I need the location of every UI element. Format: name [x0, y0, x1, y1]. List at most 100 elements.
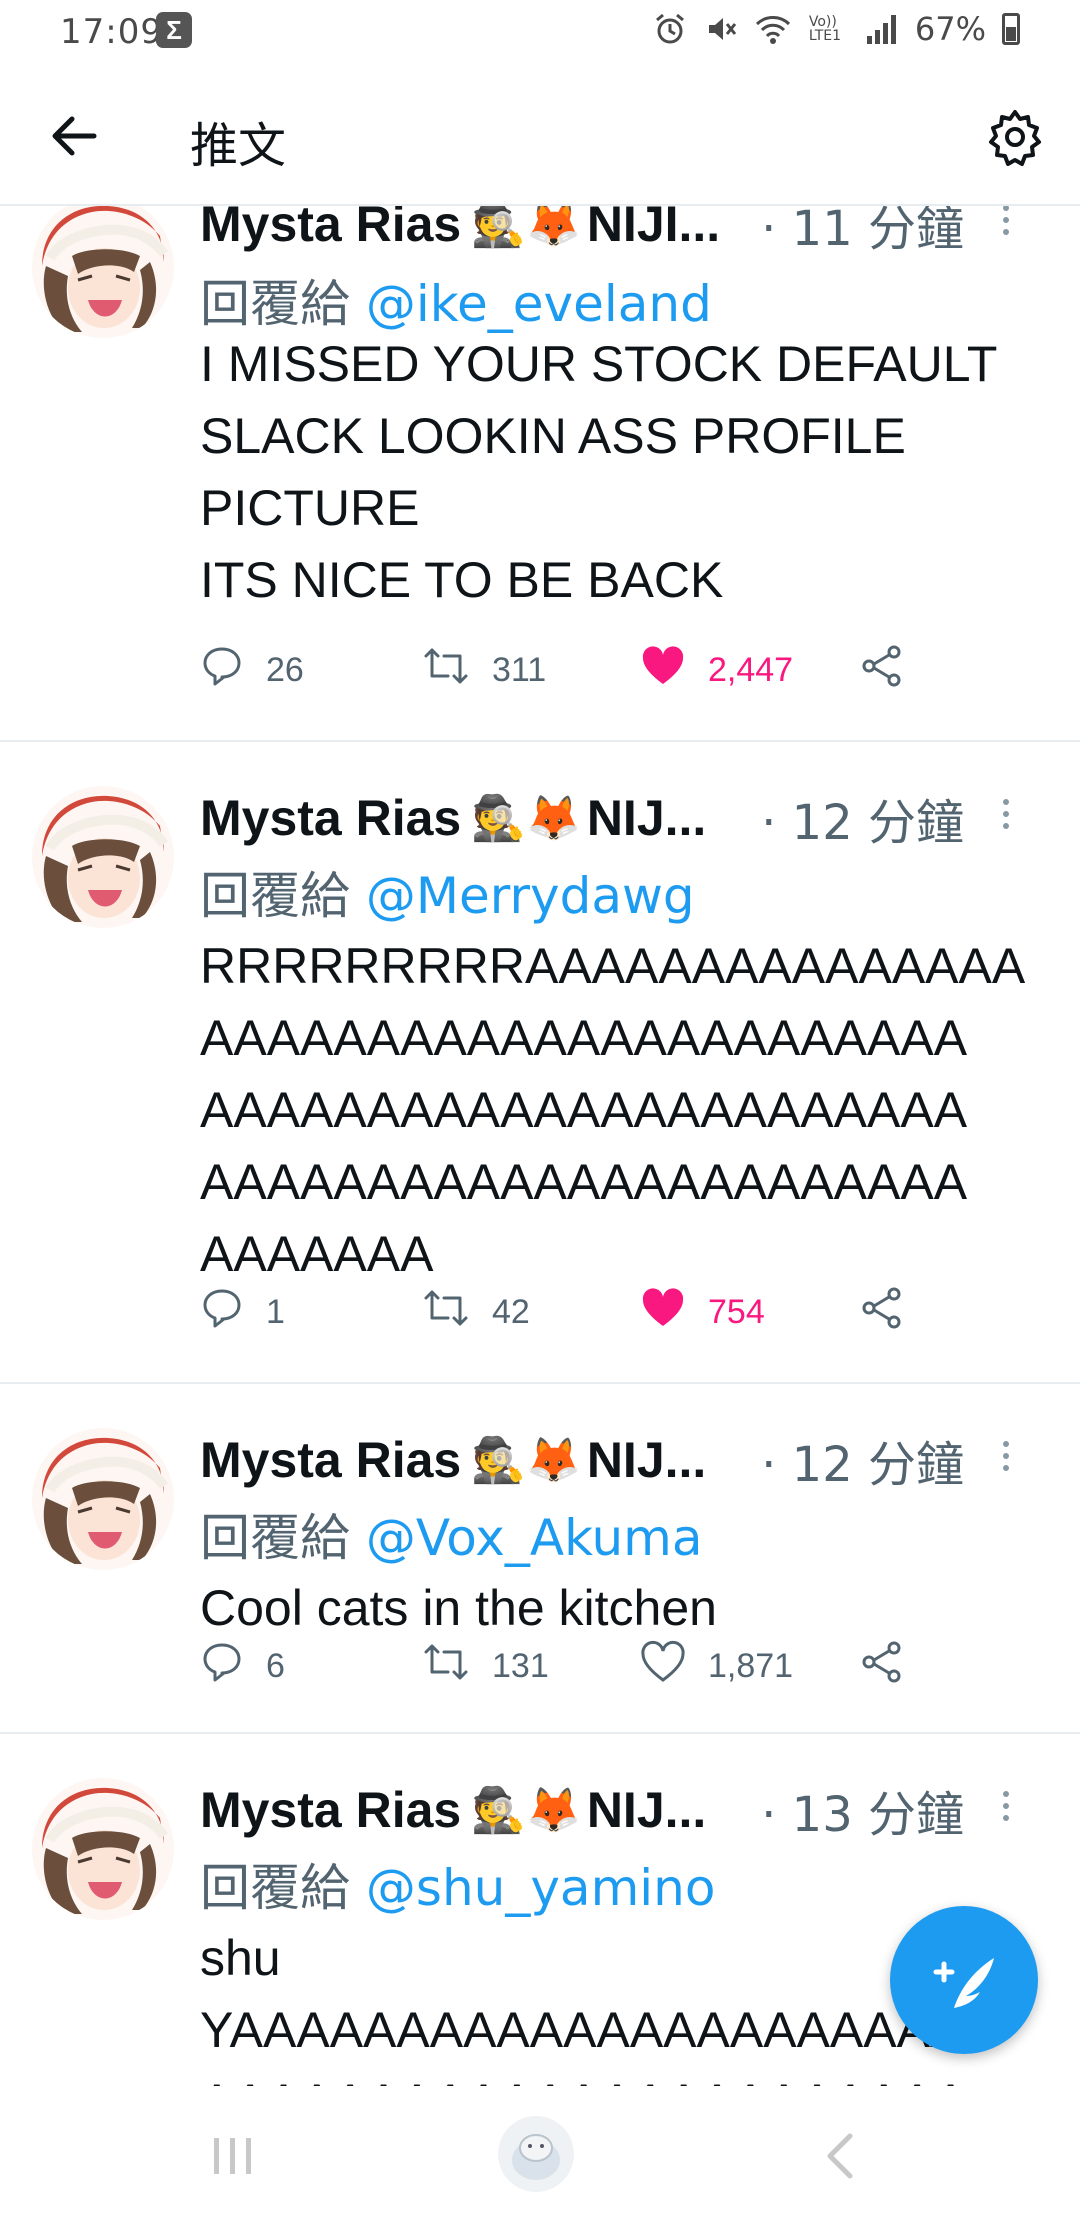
- author-emoji: 🕵️🦊: [471, 1786, 581, 1835]
- avatar[interactable]: [32, 786, 174, 928]
- home-icon[interactable]: [498, 2116, 574, 2192]
- reply-handle-link[interactable]: @Vox_Akuma: [366, 1509, 703, 1567]
- tweet-actions: 26 311 2,447: [200, 640, 960, 700]
- more-options-icon[interactable]: [996, 1788, 1016, 1828]
- retweet-icon: [422, 1286, 492, 1339]
- reply-prefix: 回覆給: [200, 1509, 350, 1567]
- like-count: 2,447: [708, 650, 794, 689]
- reply-count: 26: [266, 650, 304, 689]
- retweet-button[interactable]: 131: [422, 1636, 549, 1696]
- reply-handle-link[interactable]: @Merrydawg: [366, 867, 695, 925]
- reply-prefix: 回覆給: [200, 1859, 350, 1917]
- page-title: 推文: [190, 118, 287, 174]
- more-options-icon[interactable]: [996, 1438, 1016, 1478]
- more-options-icon[interactable]: [996, 796, 1016, 836]
- author-emoji: 🕵️🦊: [471, 794, 581, 843]
- app-header: 推文: [0, 64, 1080, 206]
- reply-button[interactable]: 26: [200, 640, 304, 700]
- arrow-left-icon[interactable]: [48, 110, 100, 162]
- tweet-time[interactable]: · 13 分鐘: [761, 1775, 964, 1845]
- author-name-truncated[interactable]: NIJI...: [587, 206, 720, 253]
- like-button[interactable]: 754: [640, 1282, 765, 1342]
- like-button[interactable]: 1,871: [640, 1636, 793, 1696]
- heart-icon: [640, 644, 708, 697]
- reply-button[interactable]: 6: [200, 1636, 285, 1696]
- tweet[interactable]: Mysta Rias 🕵️🦊 NIJ... · 12 分鐘 回覆給 @Merrydawg…: [0, 742, 1080, 1384]
- tweet-actions: 1 42 754: [200, 1282, 960, 1342]
- compose-tweet-icon: [933, 1958, 994, 2008]
- tweet-header: Mysta Rias 🕵️🦊 NIJ... · 12 分鐘: [200, 783, 1030, 853]
- reply-to-line: 回覆給 @Vox_Akuma: [200, 1498, 703, 1570]
- tweet-header: Mysta Rias 🕵️🦊 NIJ... · 13 分鐘: [200, 1775, 1030, 1845]
- retweet-count: 131: [492, 1646, 549, 1685]
- tweet-header: Mysta Rias 🕵️🦊 NIJ... · 12 分鐘: [200, 1425, 1030, 1495]
- avatar[interactable]: [32, 1428, 174, 1570]
- retweet-button[interactable]: 311: [422, 640, 546, 700]
- reply-to-line: 回覆給 @Merrydawg: [200, 856, 695, 928]
- share-button[interactable]: [860, 640, 926, 700]
- retweet-icon: [422, 1640, 492, 1693]
- tweet-text: Cool cats in the kitchen: [200, 1580, 717, 1636]
- reply-to-line: 回覆給 @ike_eveland: [200, 264, 712, 336]
- tweet-time[interactable]: · 11 分鐘: [761, 206, 964, 259]
- author-name-truncated[interactable]: NIJ...: [587, 1781, 706, 1839]
- tweet-text: I MISSED YOUR STOCK DEFAULT SLACK LOOKIN…: [200, 336, 998, 608]
- reply-prefix: 回覆給: [200, 275, 350, 333]
- author-name[interactable]: Mysta Rias: [200, 1781, 461, 1839]
- share-icon: [860, 1640, 926, 1693]
- battery-icon: [1002, 13, 1020, 45]
- reply-count: 1: [266, 1292, 285, 1331]
- reply-count: 6: [266, 1646, 285, 1685]
- more-options-icon[interactable]: [996, 206, 1016, 242]
- reply-handle-link[interactable]: @ike_eveland: [366, 275, 712, 333]
- reply-prefix: 回覆給: [200, 867, 350, 925]
- status-bar: 17:09 Σ Vo)) LTE1 67%: [0, 0, 1080, 64]
- recent-apps-icon[interactable]: [208, 2136, 258, 2176]
- mute-icon: [708, 18, 737, 40]
- tweet-time[interactable]: · 12 分鐘: [761, 1425, 964, 1495]
- avatar[interactable]: [32, 206, 174, 338]
- tweet-time[interactable]: · 12 分鐘: [761, 783, 964, 853]
- author-emoji: 🕵️🦊: [471, 1436, 581, 1485]
- system-nav-bar: [0, 2086, 1080, 2220]
- reply-to-line: 回覆給 @shu_yamino: [200, 1848, 715, 1920]
- like-button[interactable]: 2,447: [640, 640, 793, 700]
- author-name[interactable]: Mysta Rias: [200, 1431, 461, 1489]
- reply-icon: [200, 644, 266, 697]
- like-count: 754: [708, 1292, 765, 1331]
- avatar[interactable]: [32, 1778, 174, 1920]
- tweet[interactable]: Mysta Rias 🕵️🦊 NIJI... · 11 分鐘 回覆給 @ike_evel…: [0, 206, 1080, 742]
- share-icon: [860, 1286, 926, 1339]
- heart-icon: [640, 1286, 708, 1339]
- author-name-truncated[interactable]: NIJ...: [587, 789, 706, 847]
- battery-percent: 67%: [914, 10, 986, 48]
- volte-label: Vo)) LTE1: [808, 14, 842, 44]
- retweet-count: 311: [492, 650, 547, 689]
- gear-icon[interactable]: [986, 108, 1044, 166]
- signal-icon: [866, 15, 896, 44]
- chevron-left-icon[interactable]: [820, 2130, 860, 2182]
- tweet-feed[interactable]: Mysta Rias 🕵️🦊 NIJI... · 11 分鐘 回覆給 @ike_evel…: [0, 206, 1080, 2086]
- author-name-truncated[interactable]: NIJ...: [587, 1431, 706, 1489]
- author-emoji: 🕵️🦊: [471, 206, 581, 249]
- author-name[interactable]: Mysta Rias: [200, 206, 461, 253]
- sigma-icon: Σ: [156, 12, 192, 48]
- reply-icon: [200, 1640, 266, 1693]
- author-name[interactable]: Mysta Rias: [200, 789, 461, 847]
- retweet-icon: [422, 644, 492, 697]
- tweet[interactable]: Mysta Rias 🕵️🦊 NIJ... · 12 分鐘 回覆給 @Vox_Akuma…: [0, 1384, 1080, 1734]
- like-count: 1,871: [708, 1646, 794, 1685]
- home-hamster-icon: [512, 2134, 560, 2180]
- alarm-icon: [655, 13, 684, 44]
- retweet-button[interactable]: 42: [422, 1282, 530, 1342]
- status-icons: Vo)) LTE1 67%: [653, 10, 1020, 48]
- compose-tweet-button[interactable]: [890, 1906, 1038, 2054]
- retweet-count: 42: [492, 1292, 530, 1331]
- tweet-header: Mysta Rias 🕵️🦊 NIJI... · 11 分鐘: [200, 206, 1030, 259]
- share-button[interactable]: [860, 1282, 926, 1342]
- reply-handle-link[interactable]: @shu_yamino: [366, 1859, 716, 1917]
- tweet-actions: 6 131 1,871: [200, 1636, 960, 1696]
- share-button[interactable]: [860, 1636, 926, 1696]
- share-icon: [860, 644, 926, 697]
- reply-button[interactable]: 1: [200, 1282, 285, 1342]
